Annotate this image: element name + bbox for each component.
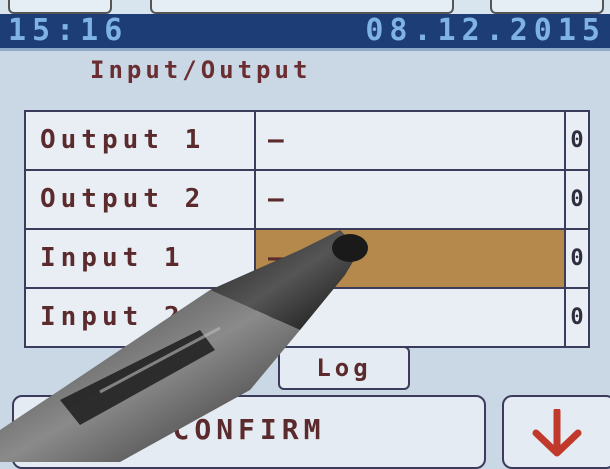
status-bar: 15:16 08.12.2015 (0, 14, 610, 51)
page-title: Input/Output (90, 56, 312, 84)
arrow-down-icon (532, 409, 582, 457)
row-label: Output 1 (26, 112, 256, 169)
row-label: Input 1 (26, 230, 256, 287)
arrow-up-icon (33, 410, 71, 453)
row-number: 0 (570, 187, 584, 212)
clock-time: 15:16 (8, 13, 129, 48)
confirm-label: CONFIRM (172, 413, 326, 446)
io-table: Output 1 — 0 Output 2 — 0 Input 1 — 0 In… (24, 110, 590, 348)
row-value[interactable]: — (256, 112, 566, 169)
row-value[interactable]: — (256, 171, 566, 228)
row-value-selected[interactable]: — (256, 230, 566, 287)
confirm-button[interactable]: CONFIRM (12, 395, 486, 469)
row-number: 0 (570, 246, 584, 271)
table-row-output-1[interactable]: Output 1 — 0 (26, 112, 588, 171)
table-row-output-2[interactable]: Output 2 — 0 (26, 171, 588, 230)
top-button-partial[interactable] (490, 0, 604, 14)
current-date: 08.12.2015 (365, 13, 606, 48)
table-row-input-2[interactable]: Input 2 — 0 (26, 289, 588, 346)
row-label: Output 2 (26, 171, 256, 228)
row-number: 0 (570, 305, 584, 330)
top-strip (0, 0, 610, 14)
row-label: Input 2 (26, 289, 256, 346)
table-row-input-1[interactable]: Input 1 — 0 (26, 230, 588, 289)
top-button-partial[interactable] (150, 0, 454, 14)
row-number: 0 (570, 128, 584, 153)
top-button-partial[interactable] (8, 0, 112, 14)
row-value[interactable]: — (256, 289, 566, 346)
log-button[interactable]: Log (278, 346, 410, 390)
down-button[interactable] (502, 395, 610, 469)
